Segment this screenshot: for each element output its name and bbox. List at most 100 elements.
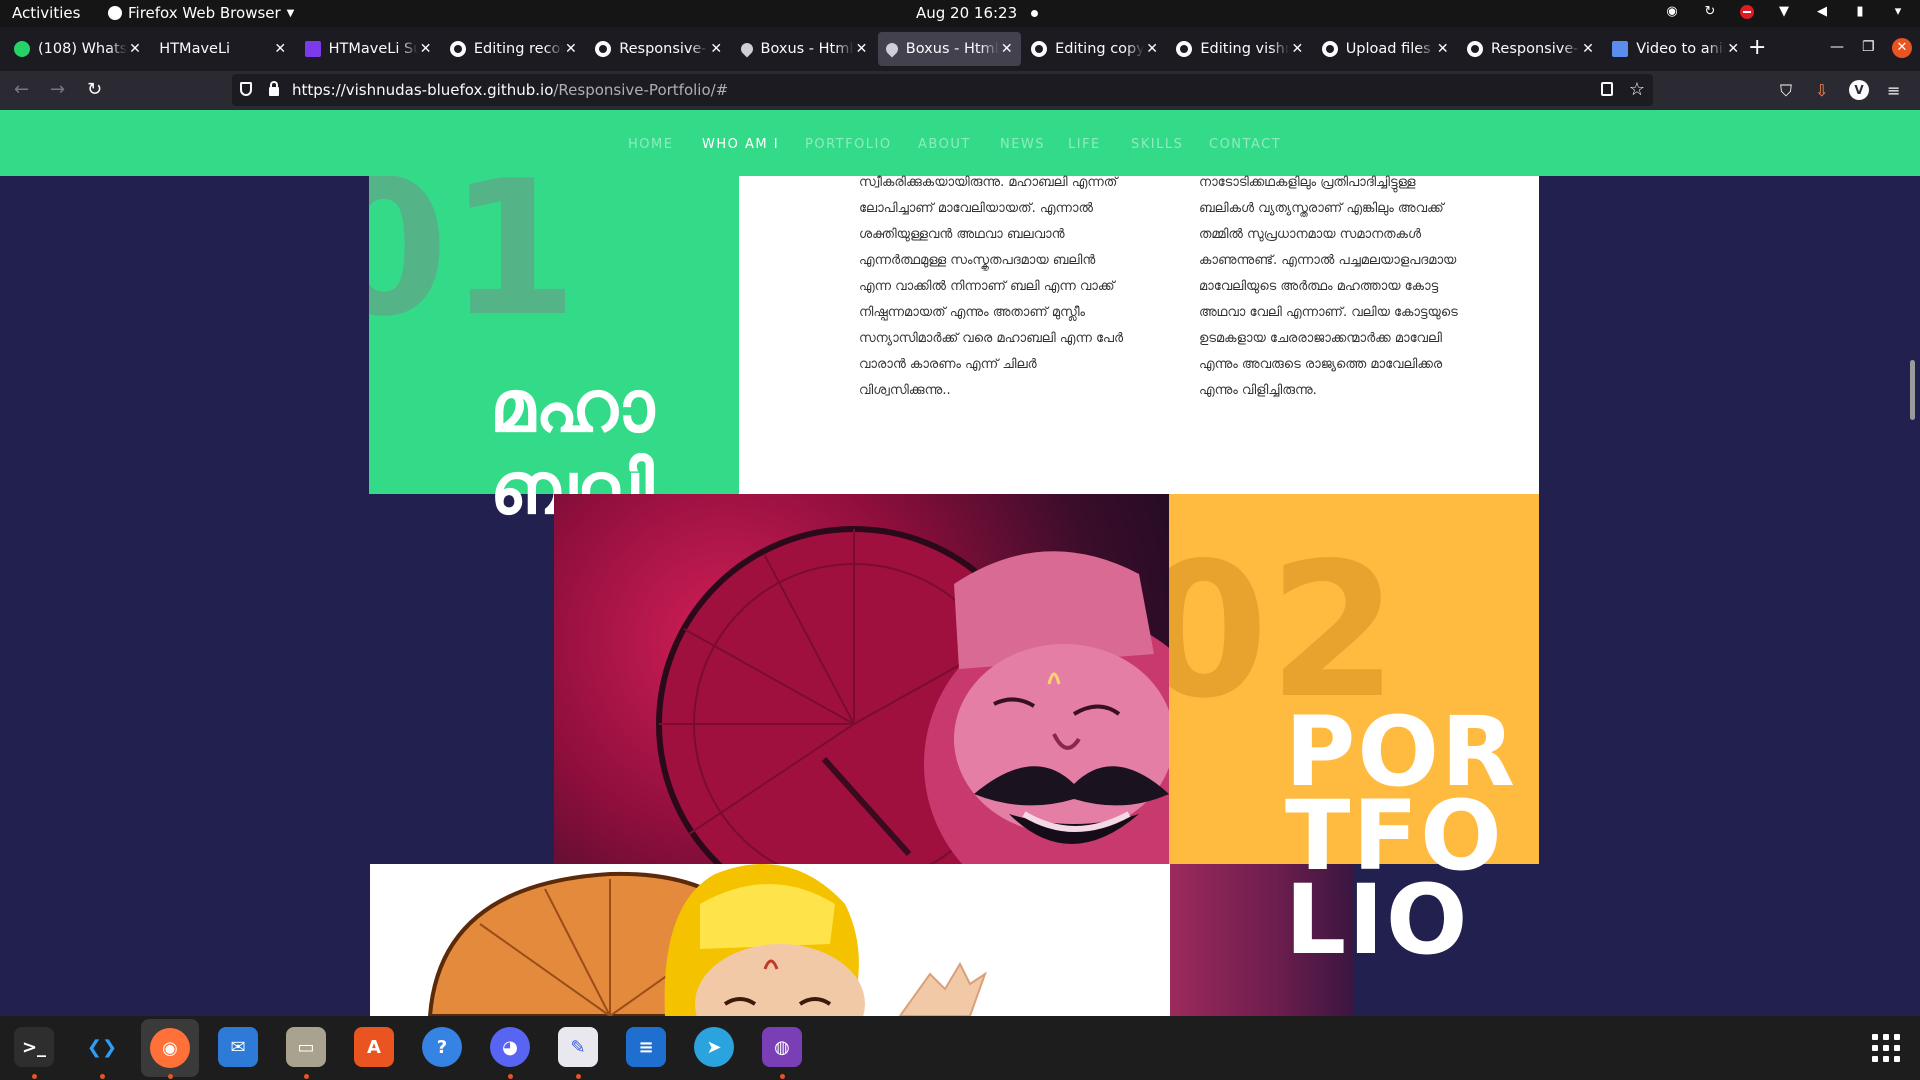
thunderbird-icon[interactable]: ✉ [217,1026,259,1068]
app-center-icon[interactable]: A [353,1026,395,1068]
vscode-icon-glyph: ❮❯ [86,1036,118,1058]
tab-close-icon[interactable]: ✕ [418,41,434,57]
discord-tray-icon[interactable]: ◉ [1664,4,1680,20]
browser-tab[interactable]: Responsive-Portfolio✕ [587,32,730,66]
text-editor-icon-glyph: ✎ [558,1027,598,1067]
tab-title: Editing recomend [473,41,563,57]
telegram-icon[interactable]: ➤ [693,1026,735,1068]
browser-tab[interactable]: HTMaveLi Submission✕ [297,32,440,66]
browser-tab[interactable]: Boxus - Html ✕ [877,32,1021,66]
do-not-disturb-icon[interactable] [1740,5,1754,19]
app-center-icon-glyph: A [354,1027,394,1067]
web-page: HOME WHO AM I PORTFOLIO ABOUT NEWS LIFE SKILLS… [0,110,1920,1016]
tab-close-icon[interactable]: ✕ [563,41,579,57]
back-button[interactable]: ← [14,80,29,100]
files-icon[interactable]: ▭ [285,1026,327,1068]
show-applications-icon[interactable] [1872,1034,1900,1062]
whatsapp-icon [14,41,30,57]
tab-close-icon[interactable]: ✕ [127,41,143,57]
browser-tab[interactable]: (108) WhatsApp✕ [6,32,149,66]
bookmark-star-icon[interactable]: ☆ [1629,79,1645,100]
maveli-illustration-2-card [370,864,1170,1016]
site-nav-link-skills[interactable]: SKILLS [1131,137,1183,152]
site-nav-link-life[interactable]: LIFE [1068,137,1101,152]
site-nav-link-news[interactable]: NEWS [1000,137,1045,152]
firefox-mini-icon [108,6,122,20]
app-menu[interactable]: Firefox Web Browser ▼ [108,4,294,22]
github-icon [1321,41,1338,57]
text-editor-icon[interactable]: ✎ [557,1026,599,1068]
github-icon [1031,41,1048,57]
caret-down-icon: ▼ [286,7,295,19]
downloads-icon[interactable]: ⇩ [1815,81,1828,100]
running-indicator [168,1074,173,1079]
reload-button[interactable]: ↻ [87,80,102,100]
url-bar[interactable]: https://vishnudas-bluefox.github.io/Resp… [232,74,1653,106]
tab-title: Responsive-Portfolio [619,41,708,57]
discord-icon[interactable]: ◕ [489,1026,531,1068]
tab-close-icon[interactable]: ✕ [272,41,288,57]
tab-close-icon[interactable]: ✕ [1435,41,1451,57]
site-nav-link-portfolio[interactable]: PORTFOLIO [805,137,892,152]
running-indicator [508,1074,513,1079]
maveli-face-graphic [924,551,1169,864]
forward-button[interactable]: → [50,80,65,100]
tab-close-icon[interactable]: ✕ [999,41,1015,57]
terminal-icon[interactable]: >_ [13,1026,55,1068]
tab-close-icon[interactable]: ✕ [1580,41,1596,57]
writer-icon[interactable]: ≡ [625,1026,667,1068]
help-icon-glyph: ? [422,1027,462,1067]
url-text[interactable]: https://vishnudas-bluefox.github.io/Resp… [292,81,728,99]
minimize-button[interactable]: — [1830,39,1844,55]
browser-tab[interactable]: HTMaveLi ✕ [151,32,294,66]
site-nav-link-about[interactable]: ABOUT [918,137,971,152]
help-icon[interactable]: ? [421,1026,463,1068]
tab-close-icon[interactable]: ✕ [708,41,724,57]
pocket-icon[interactable]: ⛉ [1780,81,1792,101]
activities-button[interactable]: Activities [12,4,80,22]
browser-tab[interactable]: Editing copy ✕ [1023,32,1166,66]
browser-tab[interactable]: Responsive-Portfolio✕ [1459,32,1602,66]
system-tray[interactable]: ◉ ↻ ▼ ◀ ▮ ▾ [1664,4,1906,20]
browser-tab[interactable]: Video to anim✕ [1604,32,1747,66]
new-tab-button[interactable]: + [1748,37,1766,59]
firefox-icon[interactable]: ◉ [141,1019,199,1077]
window-close-button[interactable]: ✕ [1892,38,1912,58]
vscode-icon[interactable]: ❮❯ [81,1026,123,1068]
tab-title: HTMaveLi [159,41,231,57]
page-scrollbar[interactable] [1910,360,1915,420]
site-nav-link-who-am-i[interactable]: WHO AM I [702,137,779,152]
tab-close-icon[interactable]: ✕ [1144,41,1160,57]
url-host: https://vishnudas-bluefox.github.io [292,81,554,99]
tab-title: Editing copy [1055,41,1145,57]
browser-tab[interactable]: Editing vishnu✕ [1168,32,1311,66]
tracking-protection-icon[interactable] [240,82,252,96]
sync-tray-icon[interactable]: ↻ [1702,4,1718,20]
tab-close-icon[interactable]: ✕ [1289,41,1305,57]
wifi-icon[interactable]: ▼ [1776,4,1792,20]
lock-icon[interactable] [269,81,279,96]
hamburger-menu-icon[interactable]: ≡ [1887,81,1900,100]
power-menu-icon[interactable]: ▾ [1890,4,1906,20]
site-nav-link-home[interactable]: HOME [628,137,673,152]
browser-tab[interactable]: Upload files ✕ [1314,32,1457,66]
tab-close-icon[interactable]: ✕ [1725,41,1741,57]
volume-icon[interactable]: ◀ [1814,4,1830,20]
tab-title: Boxus - Html [905,41,999,57]
battery-icon[interactable]: ▮ [1852,4,1868,20]
site-nav-link-contact[interactable]: CONTACT [1209,137,1281,152]
reader-view-icon[interactable] [1601,82,1613,96]
clock[interactable]: Aug 20 16:23 [916,4,1039,22]
account-avatar[interactable]: V [1849,80,1869,100]
tab-strip: (108) WhatsApp✕HTMaveLi✕HTMaveLi Submiss… [0,27,1920,71]
restore-button[interactable]: ❐ [1862,39,1875,55]
tab-close-icon[interactable]: ✕ [854,41,870,57]
running-indicator [100,1074,105,1079]
browser-tab[interactable]: Boxus - Html ✕ [733,32,876,66]
form-icon [304,41,321,57]
browser-tab[interactable]: Editing recomend✕ [442,32,585,66]
github-desktop-icon-glyph: ◍ [762,1027,802,1067]
tab-title: HTMaveLi Submission [328,41,418,57]
running-indicator [780,1074,785,1079]
github-desktop-icon[interactable]: ◍ [761,1026,803,1068]
